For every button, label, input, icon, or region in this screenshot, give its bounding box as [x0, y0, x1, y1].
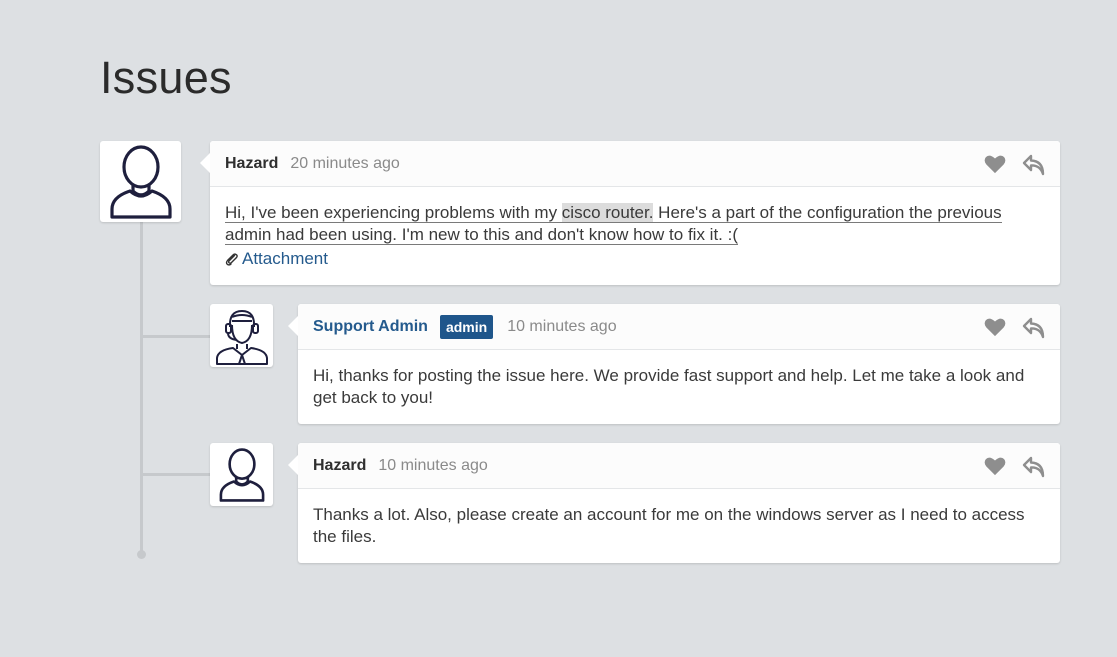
comment-author[interactable]: Hazard	[225, 155, 278, 173]
role-badge: admin	[439, 314, 494, 339]
timeline-branch	[142, 335, 210, 338]
attachment-label[interactable]: Attachment	[242, 248, 328, 270]
comment-author[interactable]: Hazard	[313, 457, 366, 475]
comment-card: Hazard 10 minutes ago Thanks a lot. Also…	[288, 443, 1060, 563]
heart-icon[interactable]	[984, 456, 1008, 478]
comment-text: Hi, I've been experiencing problems with…	[225, 203, 562, 222]
timeline-branch	[142, 473, 210, 476]
comment-actions	[984, 317, 1046, 339]
attachment-link[interactable]: Attachment	[225, 248, 328, 270]
user-icon	[109, 144, 172, 219]
comment-body: Hi, thanks for posting the issue here. W…	[298, 350, 1060, 423]
comment-header: Support Admin admin 10 minutes ago	[298, 304, 1060, 350]
support-agent-avatar[interactable]	[210, 304, 273, 367]
support-agent-icon	[215, 309, 268, 365]
comment-body: Thanks a lot. Also, please create an acc…	[298, 489, 1060, 562]
paperclip-icon	[225, 253, 238, 266]
reply-icon[interactable]	[1022, 456, 1046, 478]
comment-actions	[984, 154, 1046, 176]
timeline-end-dot	[137, 550, 146, 559]
timeline-line	[140, 220, 143, 554]
comment-text: Thanks a lot. Also, please create an acc…	[313, 505, 1025, 546]
user-avatar[interactable]	[210, 443, 273, 506]
comment-time: 20 minutes ago	[290, 154, 400, 172]
comment-body: Hi, I've been experiencing problems with…	[210, 187, 1060, 286]
comment-actions	[984, 456, 1046, 478]
reply-icon[interactable]	[1022, 317, 1046, 339]
comment-header: Hazard 20 minutes ago	[210, 141, 1060, 187]
user-icon	[219, 447, 264, 502]
comment-time: 10 minutes ago	[378, 456, 488, 474]
page-title: Issues	[100, 52, 232, 103]
comment-text: Hi, thanks for posting the issue here. W…	[313, 366, 1025, 407]
comment-author[interactable]: Support Admin	[313, 318, 428, 336]
comment-time: 10 minutes ago	[507, 317, 617, 335]
reply-icon[interactable]	[1022, 154, 1046, 176]
user-avatar[interactable]	[100, 141, 181, 222]
heart-icon[interactable]	[984, 317, 1008, 339]
comment-header: Hazard 10 minutes ago	[298, 443, 1060, 489]
comment-card: Hazard 20 minutes ago Hi, I've been expe…	[200, 141, 1060, 286]
heart-icon[interactable]	[984, 154, 1008, 176]
comment-card: Support Admin admin 10 minutes ago Hi, t…	[288, 304, 1060, 424]
highlighted-text: cisco router.	[561, 203, 654, 222]
